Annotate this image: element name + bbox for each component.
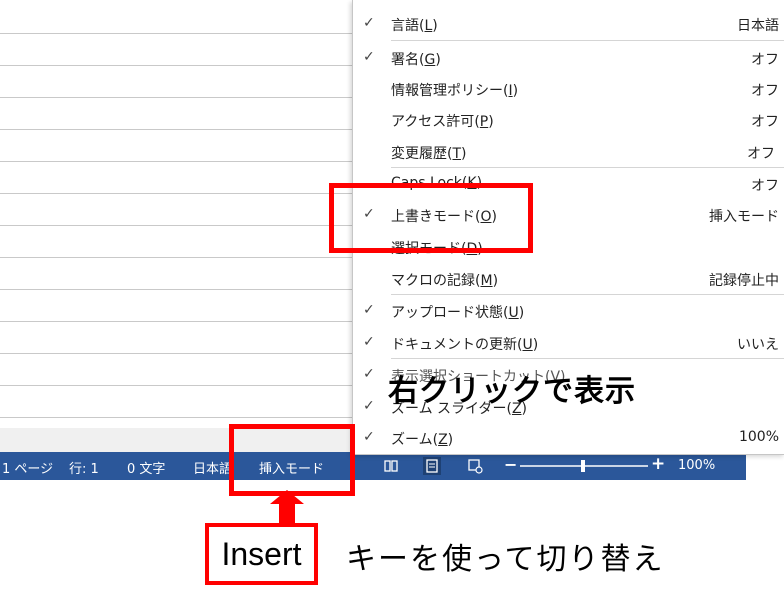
row-indicator[interactable]: 行: 1 (69, 458, 99, 477)
doc-line (0, 33, 360, 34)
menu-item-label: 変更履歴 (391, 146, 447, 162)
check-icon: ✓ (363, 366, 375, 382)
insert-key-caption: キーを使って切り替え (346, 542, 665, 577)
right-click-caption: 右クリックで表示 (388, 374, 636, 409)
statusbar-highlight-box (229, 424, 355, 496)
zoom-slider[interactable] (520, 459, 650, 473)
menu-item-value: オフ (751, 52, 779, 68)
web-layout-icon[interactable] (466, 457, 484, 475)
menu-item-value: 日本語 (737, 18, 779, 34)
menu-item-value: オフ (747, 146, 775, 162)
up-arrow-icon (270, 490, 304, 526)
check-icon: ✓ (363, 429, 375, 445)
read-mode-icon[interactable] (382, 457, 400, 475)
menu-item-accesskey: L (424, 18, 433, 34)
menu-item-language[interactable]: ✓ 言語(L) 日本語 (353, 9, 784, 40)
doc-line (0, 289, 360, 290)
menu-item-partial (353, 0, 784, 9)
doc-line (0, 97, 360, 98)
menu-item-track-changes[interactable]: 変更履歴(T) オフ (353, 137, 784, 168)
menu-item-label: マクロの記録 (391, 273, 475, 289)
doc-line (0, 417, 360, 418)
doc-line (0, 257, 360, 258)
menu-item-accesskey: U (508, 305, 519, 321)
print-layout-icon[interactable] (423, 457, 441, 475)
menu-item-value: オフ (751, 83, 779, 99)
doc-line (0, 161, 360, 162)
menu-separator (391, 294, 784, 295)
menu-item-label: 情報管理ポリシー (391, 83, 503, 99)
menu-item-label: 署名 (391, 52, 419, 68)
doc-line (0, 225, 360, 226)
menu-separator (391, 40, 784, 41)
menu-item-accesskey: T (452, 146, 462, 162)
language-indicator[interactable]: 日本語 (193, 458, 232, 477)
menu-item-document-updates[interactable]: ✓ ドキュメントの更新(U) いいえ (353, 328, 784, 359)
zoom-level[interactable]: 100% (678, 458, 715, 473)
doc-line (0, 321, 360, 322)
zoom-slider-thumb (581, 460, 585, 472)
menu-item-accesskey: P (479, 114, 489, 130)
doc-line (0, 65, 360, 66)
check-icon: ✓ (363, 15, 375, 31)
menu-item-value: オフ (751, 178, 779, 194)
menu-highlight-box (329, 183, 533, 253)
menu-item-accesskey: I (508, 83, 513, 99)
check-icon: ✓ (363, 302, 375, 318)
menu-item-upload-status[interactable]: ✓ アップロード状態(U) (353, 296, 784, 327)
zoom-out-button[interactable]: − (504, 455, 517, 474)
zoom-in-button[interactable]: + (651, 454, 665, 474)
page-count[interactable]: 1 ページ (2, 458, 53, 477)
menu-item-accesskey: Z (438, 432, 448, 448)
menu-separator (391, 167, 784, 168)
doc-line (0, 385, 360, 386)
doc-line (0, 193, 360, 194)
check-icon: ✓ (363, 398, 375, 414)
doc-line (0, 353, 360, 354)
menu-item-zoom[interactable]: ✓ ズーム(Z) 100% (353, 423, 784, 454)
menu-item-information-policy[interactable]: 情報管理ポリシー(I) オフ (353, 74, 784, 105)
menu-item-label: 言語 (391, 18, 419, 34)
menu-separator (391, 358, 784, 359)
menu-item-value: いいえ (737, 337, 779, 353)
menu-item-accesskey: U (522, 337, 533, 353)
menu-item-permissions[interactable]: アクセス許可(P) オフ (353, 105, 784, 136)
menu-item-value: オフ (751, 114, 779, 130)
menu-item-macro-recording[interactable]: マクロの記録(M) 記録停止中 (353, 264, 784, 295)
menu-item-label: アップロード状態 (391, 305, 503, 321)
menu-item-accesskey: M (480, 273, 493, 289)
word-count[interactable]: 0 文字 (127, 458, 165, 477)
menu-item-label: ドキュメントの更新 (391, 337, 517, 353)
menu-item-signature[interactable]: ✓ 署名(G) オフ (353, 43, 784, 74)
insert-key-label: Insert (205, 523, 318, 585)
menu-item-value: 記録停止中 (709, 273, 779, 289)
check-icon: ✓ (363, 49, 375, 65)
doc-line (0, 129, 360, 130)
menu-item-label: ズーム (391, 432, 433, 448)
menu-item-label: アクセス許可 (391, 114, 475, 130)
menu-item-accesskey: G (424, 52, 436, 68)
menu-item-value: 100% (738, 429, 779, 445)
check-icon: ✓ (363, 334, 375, 350)
menu-item-value: 挿入モード (709, 209, 779, 225)
